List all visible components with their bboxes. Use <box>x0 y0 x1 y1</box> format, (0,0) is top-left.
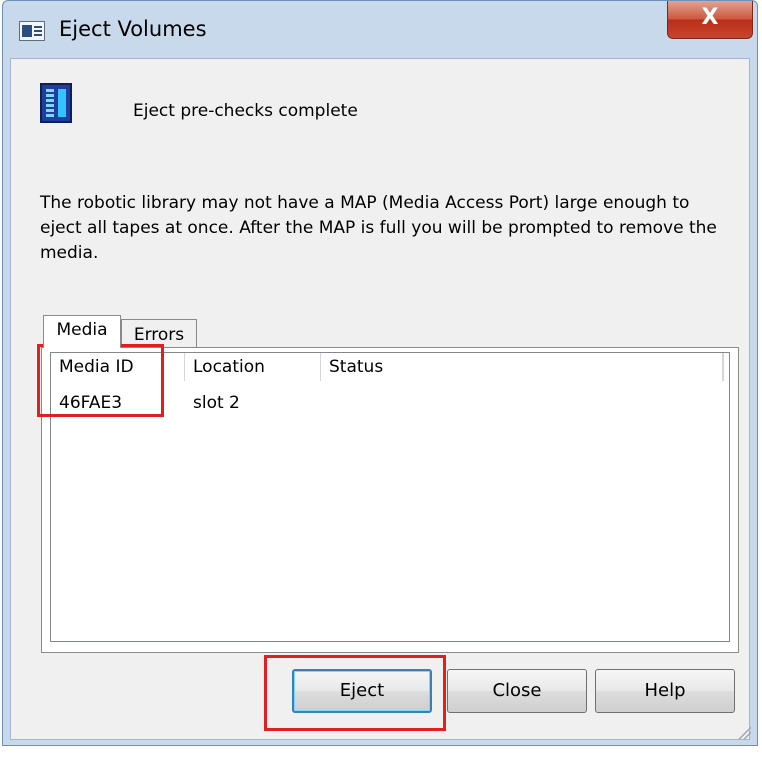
window-app-icon <box>19 21 45 41</box>
media-tab-panel: Media ID Location Status 46FAE3 slot 2 <box>41 347 739 653</box>
status-message: Eject pre-checks complete <box>133 101 358 121</box>
window-title: Eject Volumes <box>59 17 207 41</box>
header-filler <box>723 353 731 381</box>
media-list[interactable]: Media ID Location Status 46FAE3 slot 2 <box>50 352 730 642</box>
cell-media-id: 46FAE3 <box>59 393 123 413</box>
dialog-body: Eject pre-checks complete The robotic li… <box>10 58 750 740</box>
column-header-location[interactable]: Location <box>185 353 321 381</box>
resize-grip-icon[interactable] <box>737 725 751 739</box>
tape-library-icon <box>40 83 72 123</box>
eject-button[interactable]: Eject <box>292 669 432 713</box>
column-header-status[interactable]: Status <box>321 353 723 381</box>
tab-errors[interactable]: Errors <box>121 319 197 348</box>
column-header-media-id[interactable]: Media ID <box>51 353 185 381</box>
help-button[interactable]: Help <box>595 669 735 713</box>
close-button[interactable]: Close <box>447 669 587 713</box>
eject-volumes-window: Eject Volumes X Eject pre-checks complet… <box>2 0 758 746</box>
tab-media[interactable]: Media <box>43 315 121 348</box>
close-icon[interactable]: X <box>667 1 753 39</box>
title-bar[interactable]: Eject Volumes X <box>3 1 757 59</box>
list-header: Media ID Location Status <box>51 353 729 383</box>
cell-location: slot 2 <box>193 393 240 413</box>
map-notice-text: The robotic library may not have a MAP (… <box>40 193 717 263</box>
